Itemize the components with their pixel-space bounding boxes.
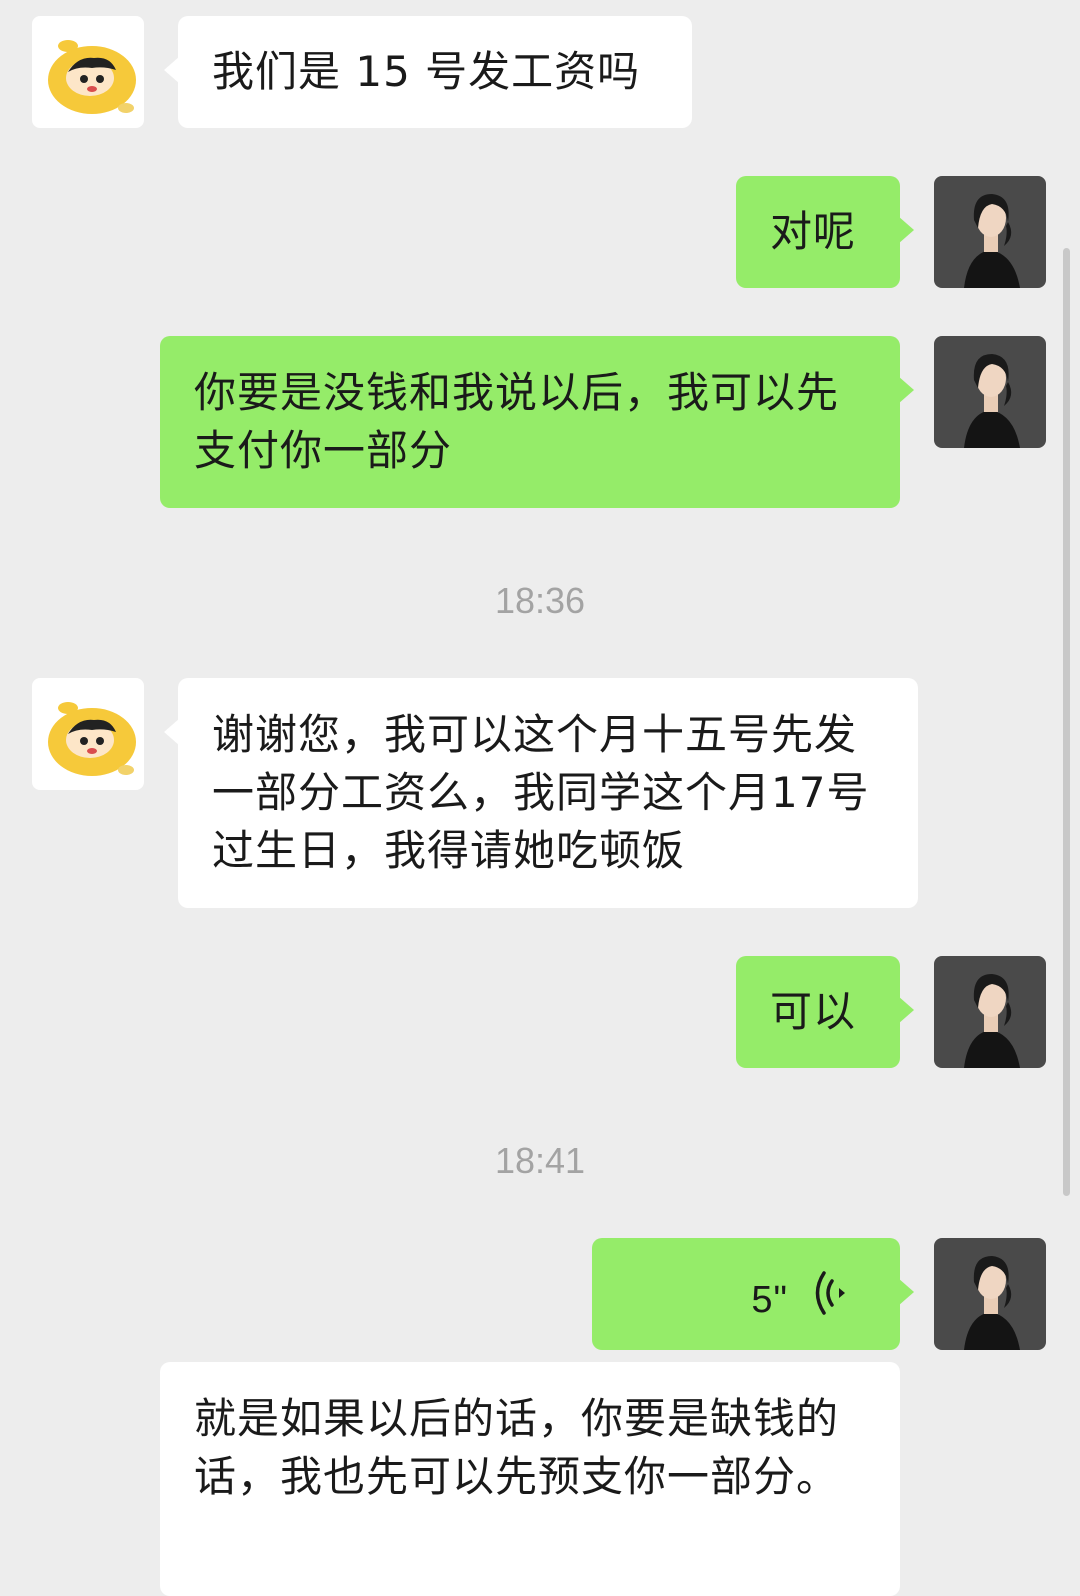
self-avatar[interactable] (934, 956, 1046, 1068)
woman-photo-avatar-icon (934, 956, 1046, 1068)
self-avatar[interactable] (934, 1238, 1046, 1350)
cartoon-boy-avatar-icon (32, 678, 144, 790)
message-text: 可以 (770, 987, 857, 1036)
self-avatar[interactable] (934, 176, 1046, 288)
message-bubble-outgoing[interactable]: 你要是没钱和我说以后，我可以先支付你一部分 (160, 336, 914, 508)
voice-message-bubble[interactable]: 5" (592, 1238, 914, 1350)
woman-photo-avatar-icon (934, 336, 1046, 448)
timestamp: 18:36 (494, 580, 586, 621)
voice-wave-icon (815, 1271, 845, 1315)
woman-photo-avatar-icon (934, 176, 1046, 288)
woman-photo-avatar-icon (934, 1238, 1046, 1350)
message-bubble-outgoing[interactable]: 对呢 (736, 176, 914, 288)
contact-avatar[interactable] (32, 678, 144, 790)
cartoon-boy-avatar-icon (32, 16, 144, 128)
voice-transcription-bubble[interactable]: 就是如果以后的话，你要是缺钱的话，我也先可以先预支你一部分。 (160, 1362, 900, 1596)
message-text: 对呢 (770, 207, 857, 256)
scrollbar[interactable] (1063, 248, 1070, 1196)
message-text: 你要是没钱和我说以后，我可以先支付你一部分 (194, 368, 840, 475)
contact-avatar[interactable] (32, 16, 144, 128)
message-bubble-incoming[interactable]: 我们是 15 号发工资吗 (164, 16, 692, 128)
message-text: 我们是 15 号发工资吗 (212, 47, 641, 96)
voice-duration: 5" (751, 1279, 788, 1321)
message-text: 谢谢您，我可以这个月十五号先发一部分工资么，我同学这个月17号过生日，我得请她吃… (212, 710, 870, 875)
self-avatar[interactable] (934, 336, 1046, 448)
chat-view: 我们是 15 号发工资吗 对呢 你要是没钱和我说以后，我可以先支付你一部分 18… (0, 0, 1080, 1596)
transcription-text: 就是如果以后的话，你要是缺钱的话，我也先可以先预支你一部分。 (194, 1394, 840, 1501)
timestamp: 18:41 (494, 1140, 586, 1181)
message-bubble-outgoing[interactable]: 可以 (736, 956, 914, 1068)
message-bubble-incoming[interactable]: 谢谢您，我可以这个月十五号先发一部分工资么，我同学这个月17号过生日，我得请她吃… (164, 678, 918, 908)
